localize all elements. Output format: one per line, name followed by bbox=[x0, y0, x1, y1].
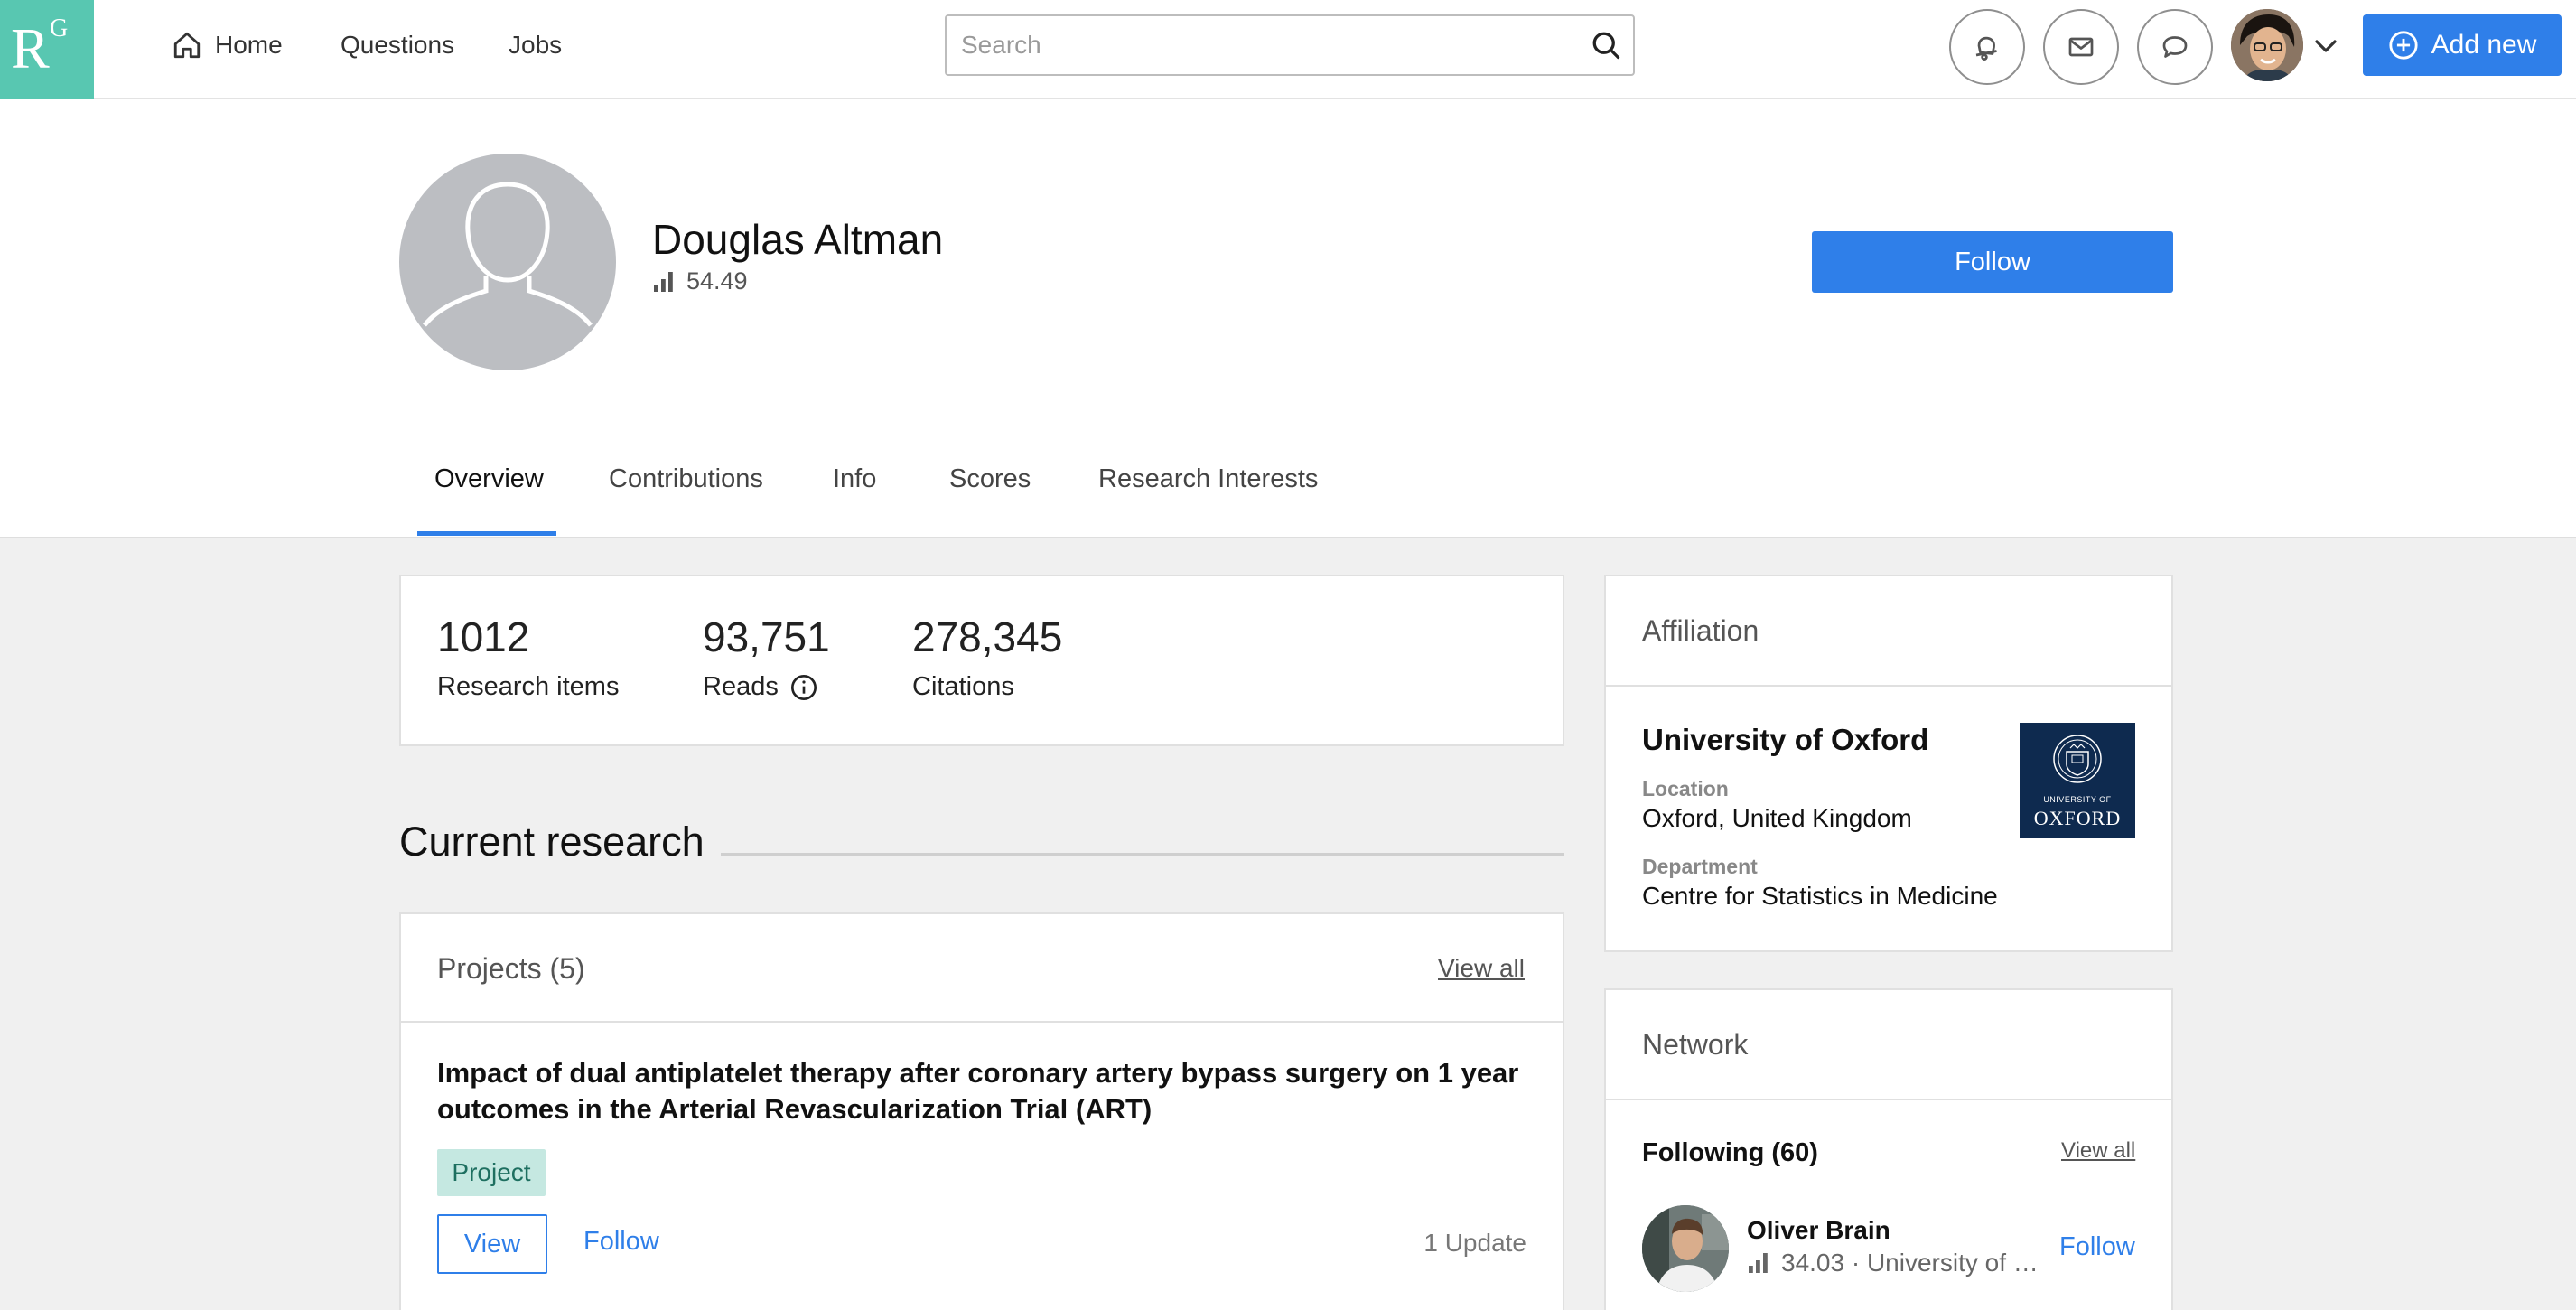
info-icon[interactable] bbox=[789, 673, 818, 702]
tab-contributions[interactable]: Contributions bbox=[609, 464, 763, 494]
stat-research-items-value: 1012 bbox=[437, 613, 530, 660]
plus-circle-icon bbox=[2389, 31, 2418, 60]
chat-icon bbox=[2162, 36, 2188, 58]
person-name[interactable]: Oliver Brain bbox=[1747, 1216, 1890, 1245]
stat-citations-value: 278,345 bbox=[912, 613, 1063, 660]
home-icon bbox=[173, 32, 201, 59]
nav-jobs[interactable]: Jobs bbox=[509, 0, 562, 90]
nav-questions[interactable]: Questions bbox=[341, 0, 454, 90]
oxford-logo-line1: UNIVERSITY OF bbox=[2043, 795, 2112, 804]
project-badge: Project bbox=[437, 1149, 546, 1196]
tab-info[interactable]: Info bbox=[833, 464, 876, 494]
follow-button[interactable]: Follow bbox=[1812, 231, 2173, 293]
profile-name: Douglas Altman bbox=[652, 216, 944, 263]
nav-jobs-label: Jobs bbox=[509, 31, 563, 59]
person-meta-text: 34.03 · University of Oxford bbox=[1781, 1249, 2041, 1277]
search-icon bbox=[1592, 32, 1620, 60]
stat-citations-text: Citations bbox=[912, 672, 1014, 701]
department-label: Department bbox=[1642, 855, 1758, 878]
department-value[interactable]: Centre for Statistics in Medicine bbox=[1642, 882, 1998, 911]
project-updates-count[interactable]: 1 Update bbox=[1409, 1229, 1526, 1258]
location-label: Location bbox=[1642, 777, 1729, 800]
network-divider bbox=[1606, 1099, 2171, 1100]
network-header: Network bbox=[1642, 1028, 1749, 1061]
stats-card: 1012 Research items 93,751 Reads 278,345… bbox=[399, 575, 1564, 746]
search-box bbox=[945, 14, 1635, 76]
default-avatar-icon bbox=[423, 182, 593, 327]
chevron-down-icon bbox=[2315, 40, 2337, 52]
following-view-all-link[interactable]: View all bbox=[2061, 1138, 2135, 1164]
stat-citations-label: Citations bbox=[912, 672, 1014, 702]
search-button[interactable] bbox=[1588, 27, 1624, 63]
nav-home[interactable]: Home bbox=[172, 0, 283, 90]
project-view-button[interactable]: View bbox=[437, 1214, 547, 1274]
oxford-logo-line2: OXFORD bbox=[2033, 807, 2122, 829]
stat-research-items-text: Research items bbox=[437, 672, 620, 701]
projects-view-all-link[interactable]: View all bbox=[1438, 954, 1525, 983]
person-follow-link[interactable]: Follow bbox=[2059, 1232, 2135, 1262]
score-bars-icon bbox=[1749, 1253, 1768, 1273]
stat-reads-text: Reads bbox=[703, 672, 779, 701]
user-avatar[interactable] bbox=[2231, 9, 2303, 81]
profile-avatar bbox=[399, 154, 616, 370]
oxford-crest-icon bbox=[2053, 735, 2102, 783]
logo-letter-g: G bbox=[50, 14, 69, 42]
following-title: Following (60) bbox=[1642, 1138, 1818, 1167]
affiliation-divider bbox=[1606, 685, 2171, 687]
stat-reads-value: 93,751 bbox=[703, 613, 830, 660]
add-new-label: Add new bbox=[2431, 30, 2537, 60]
projects-header: Projects (5) bbox=[437, 952, 585, 985]
nav-home-label: Home bbox=[215, 31, 283, 59]
profile-header: Douglas Altman 54.49 Follow Overview Con… bbox=[0, 99, 2576, 538]
score-bars-icon bbox=[654, 271, 673, 292]
researchgate-logo[interactable]: R G bbox=[0, 0, 94, 99]
chat-button[interactable] bbox=[2137, 9, 2213, 85]
user-photo-icon bbox=[2231, 9, 2303, 81]
tab-scores[interactable]: Scores bbox=[949, 464, 1031, 494]
add-new-button[interactable]: Add new bbox=[2363, 14, 2562, 76]
section-divider bbox=[721, 853, 1564, 856]
projects-header-divider bbox=[401, 1021, 1563, 1023]
mail-icon bbox=[2068, 37, 2094, 57]
tab-overview[interactable]: Overview bbox=[434, 464, 544, 494]
location-value: Oxford, United Kingdom bbox=[1642, 804, 1912, 832]
active-tab-indicator bbox=[417, 531, 556, 536]
stat-research-items-label: Research items bbox=[437, 672, 619, 702]
person-meta: 34.03 · University of Oxford bbox=[1749, 1249, 2041, 1277]
messages-button[interactable] bbox=[2043, 9, 2119, 85]
account-menu-toggle[interactable] bbox=[2312, 34, 2339, 58]
person-avatar[interactable] bbox=[1642, 1205, 1729, 1292]
institution-name[interactable]: University of Oxford bbox=[1642, 723, 1928, 757]
tab-research-interests[interactable]: Research Interests bbox=[1098, 464, 1318, 494]
oxford-logo[interactable]: UNIVERSITY OF OXFORD bbox=[2020, 723, 2135, 838]
logo-letter-r: R bbox=[11, 16, 50, 80]
top-bar: R G Home Questions Jobs Search Add new bbox=[0, 0, 2576, 99]
bell-icon bbox=[1975, 36, 1997, 61]
stat-reads-label: Reads bbox=[703, 672, 818, 702]
notifications-button[interactable] bbox=[1949, 9, 2025, 85]
rg-score: 54.49 bbox=[654, 267, 748, 295]
rg-score-value: 54.49 bbox=[686, 267, 748, 295]
affiliation-header: Affiliation bbox=[1642, 614, 1759, 647]
project-title[interactable]: Impact of dual antiplatelet therapy afte… bbox=[437, 1055, 1521, 1128]
current-research-title: Current research bbox=[399, 819, 705, 865]
search-input[interactable] bbox=[947, 16, 1561, 74]
person-photo-icon bbox=[1642, 1205, 1729, 1292]
project-follow-link[interactable]: Follow bbox=[583, 1227, 659, 1257]
nav-questions-label: Questions bbox=[341, 31, 455, 59]
